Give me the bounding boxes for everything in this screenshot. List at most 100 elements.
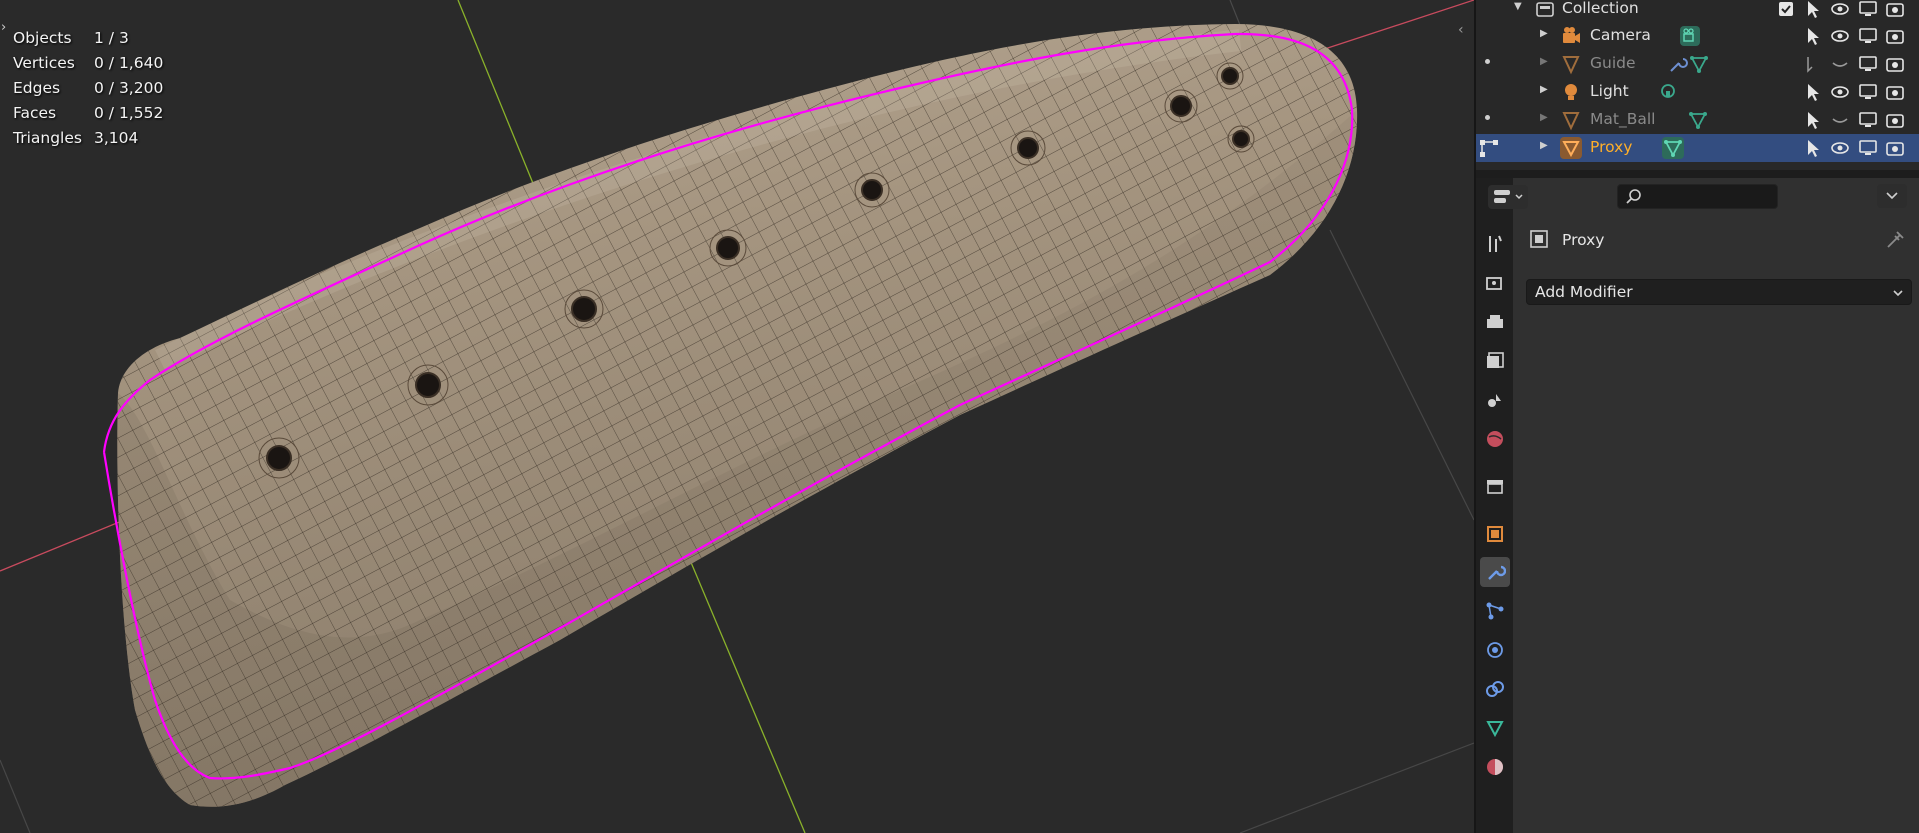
outliner-item-camera[interactable]: ▶ Camera	[1476, 22, 1919, 50]
eye-icon[interactable]	[1829, 137, 1851, 159]
select-cursor-disabled-icon[interactable]	[1802, 53, 1824, 75]
area-divider[interactable]	[1476, 170, 1919, 178]
pin-icon[interactable]	[1885, 228, 1907, 250]
eye-icon[interactable]	[1829, 25, 1851, 47]
checkbox-icon[interactable]	[1775, 0, 1797, 20]
toolbar-collapse-icon[interactable]: ›	[1, 20, 6, 35]
stat-triangles: Triangles 3,104	[13, 126, 163, 151]
camera-object-icon	[1563, 27, 1580, 43]
mesh-data-icon[interactable]	[1687, 109, 1709, 131]
stat-faces: Faces 0 / 1,552	[13, 101, 163, 126]
stat-label: Vertices	[13, 54, 75, 72]
expand-arrow-icon[interactable]: ▶	[1540, 56, 1548, 67]
collection-icon[interactable]	[1480, 471, 1510, 501]
constraints-icon[interactable]	[1480, 674, 1510, 704]
properties-editor[interactable]: Proxy Add Modifier	[1476, 178, 1919, 833]
collapse-arrow-icon[interactable]: ▼	[1514, 1, 1522, 12]
mesh-data-icon[interactable]	[1688, 53, 1710, 75]
outliner-item-label: Collection	[1562, 0, 1639, 17]
properties-search[interactable]	[1617, 184, 1778, 209]
monitor-icon[interactable]	[1857, 137, 1879, 159]
add-modifier-button[interactable]: Add Modifier	[1526, 279, 1912, 305]
select-cursor-icon[interactable]	[1802, 81, 1824, 103]
hidden-dot-icon	[1485, 115, 1490, 120]
scene-icon[interactable]	[1480, 385, 1510, 415]
stat-vertices: Vertices 0 / 1,640	[13, 51, 163, 76]
stat-label: Objects	[13, 29, 72, 47]
eye-icon[interactable]	[1829, 81, 1851, 103]
object-icon[interactable]	[1480, 519, 1510, 549]
expand-arrow-icon[interactable]: ▶	[1540, 112, 1548, 123]
stat-label: Faces	[13, 104, 57, 122]
select-cursor-icon[interactable]	[1802, 25, 1824, 47]
stat-value: 3,104	[94, 129, 139, 147]
select-cursor-icon[interactable]	[1802, 0, 1824, 20]
hidden-dot-icon	[1485, 59, 1490, 64]
select-cursor-icon[interactable]	[1802, 109, 1824, 131]
light-object-icon	[1565, 84, 1577, 100]
select-cursor-icon[interactable]	[1802, 137, 1824, 159]
properties-options-dropdown[interactable]	[1877, 184, 1907, 208]
stat-edges: Edges 0 / 3,200	[13, 76, 163, 101]
view-layer-icon[interactable]	[1480, 346, 1510, 376]
render-camera-icon[interactable]	[1884, 53, 1906, 75]
outliner[interactable]: ▼ Collection ▶ Camera ▶ Guide ▶ Light ▶ …	[1476, 0, 1919, 170]
edit-mode-icon[interactable]	[1478, 137, 1500, 159]
search-icon	[1626, 189, 1641, 204]
render-camera-icon[interactable]	[1884, 109, 1906, 131]
camera-data-icon[interactable]	[1679, 25, 1701, 47]
monitor-icon[interactable]	[1857, 53, 1879, 75]
stat-value: 1 / 3	[94, 29, 129, 47]
outliner-item-proxy[interactable]: ▶ Proxy	[1476, 134, 1919, 162]
monitor-icon[interactable]	[1857, 25, 1879, 47]
render-camera-icon[interactable]	[1884, 81, 1906, 103]
outliner-item-label: Light	[1590, 82, 1629, 100]
collection-icon	[1536, 2, 1554, 17]
modifier-icon[interactable]	[1480, 557, 1510, 587]
object-name-label: Proxy	[1562, 231, 1605, 249]
eye-closed-icon[interactable]	[1829, 53, 1851, 75]
proxy-mesh[interactable]	[0, 0, 1474, 833]
outliner-item-mat-ball[interactable]: ▶ Mat_Ball	[1476, 106, 1919, 134]
material-icon[interactable]	[1480, 752, 1510, 782]
mesh-data-icon[interactable]	[1662, 137, 1684, 159]
monitor-icon[interactable]	[1857, 109, 1879, 131]
stat-label: Triangles	[13, 129, 82, 147]
stat-value: 0 / 1,640	[94, 54, 164, 72]
expand-arrow-icon[interactable]: ▶	[1540, 28, 1548, 39]
render-camera-icon[interactable]	[1884, 137, 1906, 159]
outliner-item-guide[interactable]: ▶ Guide	[1476, 50, 1919, 78]
render-camera-icon[interactable]	[1884, 25, 1906, 47]
data-icon[interactable]	[1480, 713, 1510, 743]
outliner-item-label: Mat_Ball	[1590, 110, 1656, 128]
eye-icon[interactable]	[1829, 0, 1851, 20]
light-data-icon[interactable]	[1657, 81, 1679, 103]
chevron-down-icon	[1886, 192, 1898, 200]
expand-arrow-icon[interactable]: ▶	[1540, 84, 1548, 95]
tool-icon[interactable]	[1480, 229, 1510, 259]
render-icon[interactable]	[1480, 268, 1510, 298]
particles-icon[interactable]	[1480, 596, 1510, 626]
stat-value: 0 / 3,200	[94, 79, 164, 97]
sidebar-expand-icon[interactable]: ‹	[1458, 22, 1464, 38]
physics-icon[interactable]	[1480, 635, 1510, 665]
modifier-wrench-icon[interactable]	[1666, 53, 1688, 75]
viewport-statistics: Objects 1 / 3 Vertices 0 / 1,640 Edges 0 / …	[13, 26, 163, 151]
expand-arrow-icon[interactable]: ▶	[1540, 140, 1548, 151]
world-icon[interactable]	[1480, 424, 1510, 454]
chevron-down-icon	[1893, 290, 1903, 297]
outliner-item-label: Proxy	[1590, 138, 1633, 156]
render-camera-icon[interactable]	[1884, 0, 1906, 20]
outliner-collection-row[interactable]: ▼ Collection	[1476, 0, 1919, 23]
monitor-icon[interactable]	[1857, 0, 1879, 20]
monitor-icon[interactable]	[1857, 81, 1879, 103]
3d-viewport[interactable]: › ‹ Objects 1 / 3 Vertices 0 / 1,640 Edges…	[0, 0, 1474, 833]
outliner-item-label: Guide	[1590, 54, 1636, 72]
search-input[interactable]	[1646, 187, 1774, 207]
editor-type-dropdown[interactable]	[1488, 185, 1528, 209]
output-icon[interactable]	[1480, 307, 1510, 337]
outliner-item-light[interactable]: ▶ Light	[1476, 78, 1919, 106]
viewport-scene[interactable]	[0, 0, 1474, 833]
stat-value: 0 / 1,552	[94, 104, 164, 122]
eye-closed-icon[interactable]	[1829, 109, 1851, 131]
